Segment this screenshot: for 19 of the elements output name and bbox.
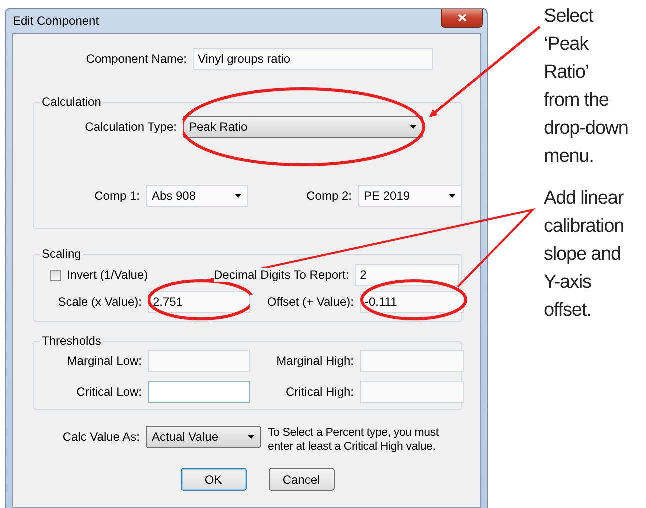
- group-label: Thresholds: [40, 334, 104, 348]
- hint-text: To Select a Percent type, you must enter at least a Critical High value.: [268, 426, 440, 454]
- field-label: Decimal Digits To Report:: [214, 268, 350, 282]
- window-title: Edit Component: [12, 13, 100, 28]
- text-field[interactable]: 2.751: [148, 291, 250, 313]
- callout-text: Add linear calibration slope and Y-axis offset.: [544, 187, 626, 323]
- group-label: Calculation: [40, 95, 104, 109]
- callout-text: Select ‘Peak Ratio’ from the drop-down menu.: [544, 5, 628, 169]
- checkbox-label: Invert (1/Value): [67, 268, 148, 282]
- dropdown[interactable]: Peak Ratio: [183, 116, 423, 138]
- dropdown[interactable]: Abs 908: [146, 185, 248, 207]
- text-field[interactable]: 2: [355, 264, 460, 286]
- cancel-button[interactable]: Cancel: [268, 468, 334, 491]
- dropdown[interactable]: Actual Value: [146, 426, 261, 448]
- dropdown[interactable]: PE 2019: [358, 185, 462, 207]
- text-field[interactable]: Vinyl groups ratio: [193, 48, 433, 70]
- group-label: Scaling: [40, 247, 84, 261]
- ok-button[interactable]: OK: [180, 468, 246, 491]
- text-field[interactable]: -0.111: [360, 291, 464, 313]
